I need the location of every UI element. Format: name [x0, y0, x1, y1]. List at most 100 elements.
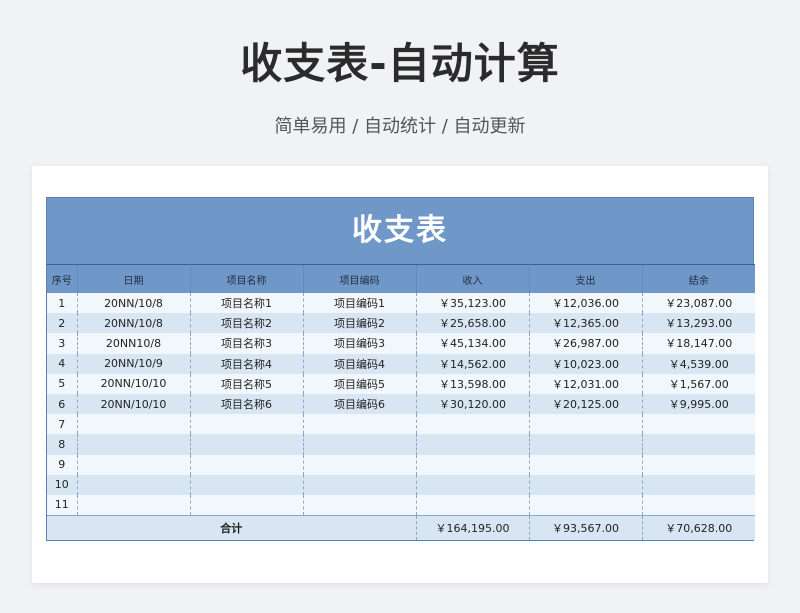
cell-expense[interactable]: ￥10,023.00 — [528, 353, 642, 374]
cell-expense[interactable]: ￥12,031.00 — [528, 373, 642, 394]
table-row: 7 — [47, 414, 755, 435]
table-row: 3 20NN10/8 项目名称3 项目编码3 ￥45,134.00 ￥26,987.00 ￥… — [47, 333, 755, 354]
table-row: 11 — [47, 494, 755, 516]
cell-index[interactable]: 11 — [47, 494, 77, 516]
cell-item-name[interactable]: 项目名称5 — [189, 373, 303, 394]
column-header[interactable]: 结余 — [641, 264, 755, 293]
cell-index[interactable]: 6 — [47, 393, 77, 415]
cell-index[interactable]: 3 — [47, 333, 77, 354]
cell-balance[interactable] — [641, 454, 755, 475]
column-header[interactable]: 序号 — [47, 264, 77, 293]
cell-balance[interactable]: ￥4,539.00 — [641, 353, 755, 374]
cell-balance[interactable]: ￥9,995.00 — [641, 393, 755, 415]
table-row: 2 20NN/10/8 项目名称2 项目编码2 ￥25,658.00 ￥12,365.00… — [47, 313, 755, 334]
cell-index[interactable]: 7 — [47, 414, 77, 435]
cell-item-name[interactable]: 项目名称2 — [189, 313, 303, 334]
ledger-table: 序号 日期 项目名称 项目编码 收入 支出 结余 1 20NN/10/8 项目名称1… — [47, 264, 755, 541]
cell-index[interactable]: 10 — [47, 474, 77, 495]
cell-date[interactable] — [76, 494, 190, 516]
cell-date[interactable] — [76, 434, 190, 455]
cell-expense[interactable]: ￥12,365.00 — [528, 313, 642, 334]
cell-item-code[interactable]: 项目编码4 — [302, 353, 416, 374]
cell-item-code[interactable] — [302, 494, 416, 516]
cell-date[interactable]: 20NN/10/8 — [76, 313, 190, 334]
cell-income[interactable]: ￥13,598.00 — [415, 373, 529, 394]
column-header[interactable]: 日期 — [76, 264, 190, 293]
cell-balance[interactable]: ￥1,567.00 — [641, 373, 755, 394]
cell-date[interactable] — [76, 474, 190, 495]
cell-item-code[interactable] — [302, 414, 416, 435]
cell-item-code[interactable]: 项目编码2 — [302, 313, 416, 334]
total-income[interactable]: ￥164,195.00 — [415, 515, 529, 541]
cell-balance[interactable]: ￥23,087.00 — [641, 293, 755, 314]
cell-index[interactable]: 4 — [47, 353, 77, 374]
cell-income[interactable] — [415, 414, 529, 435]
cell-expense[interactable]: ￥20,125.00 — [528, 393, 642, 415]
cell-item-code[interactable]: 项目编码1 — [302, 293, 416, 314]
cell-item-code[interactable]: 项目编码6 — [302, 393, 416, 415]
total-label[interactable]: 合计 — [47, 515, 416, 541]
cell-date[interactable] — [76, 454, 190, 475]
cell-item-name[interactable] — [189, 474, 303, 495]
cell-expense[interactable] — [528, 414, 642, 435]
cell-expense[interactable]: ￥26,987.00 — [528, 333, 642, 354]
cell-expense[interactable] — [528, 494, 642, 516]
cell-income[interactable]: ￥25,658.00 — [415, 313, 529, 334]
cell-balance[interactable] — [641, 434, 755, 455]
cell-income[interactable]: ￥14,562.00 — [415, 353, 529, 374]
cell-index[interactable]: 2 — [47, 313, 77, 334]
cell-item-code[interactable]: 项目编码5 — [302, 373, 416, 394]
cell-expense[interactable]: ￥12,036.00 — [528, 293, 642, 314]
cell-item-code[interactable]: 项目编码3 — [302, 333, 416, 354]
cell-income[interactable]: ￥30,120.00 — [415, 393, 529, 415]
table-row: 9 — [47, 454, 755, 475]
cell-expense[interactable] — [528, 474, 642, 495]
table-row: 1 20NN/10/8 项目名称1 项目编码1 ￥35,123.00 ￥12,036.00… — [47, 293, 755, 314]
page-subtitle: 简单易用 / 自动统计 / 自动更新 — [274, 116, 526, 137]
cell-income[interactable] — [415, 434, 529, 455]
total-balance[interactable]: ￥70,628.00 — [641, 515, 755, 541]
column-header[interactable]: 项目名称 — [189, 264, 303, 293]
cell-balance[interactable] — [641, 474, 755, 495]
cell-index[interactable]: 9 — [47, 454, 77, 475]
table-row: 10 — [47, 474, 755, 495]
cell-item-code[interactable] — [302, 434, 416, 455]
cell-item-name[interactable] — [189, 494, 303, 516]
cell-income[interactable] — [415, 454, 529, 475]
cell-index[interactable]: 1 — [47, 293, 77, 314]
cell-income[interactable]: ￥45,134.00 — [415, 333, 529, 354]
page-title: 收支表-自动计算 — [240, 39, 560, 88]
cell-date[interactable]: 20NN10/8 — [76, 333, 190, 354]
cell-expense[interactable] — [528, 434, 642, 455]
cell-date[interactable]: 20NN/10/10 — [76, 393, 190, 415]
cell-item-name[interactable] — [189, 454, 303, 475]
column-header[interactable]: 支出 — [528, 264, 642, 293]
cell-item-code[interactable] — [302, 474, 416, 495]
cell-date[interactable]: 20NN/10/10 — [76, 373, 190, 394]
sheet-card: 收支表 序号 日期 项目名称 项目编码 收入 支出 结余 1 20NN/10/8… — [32, 166, 768, 583]
cell-income[interactable]: ￥35,123.00 — [415, 293, 529, 314]
cell-item-code[interactable] — [302, 454, 416, 475]
cell-income[interactable] — [415, 474, 529, 495]
cell-date[interactable] — [76, 414, 190, 435]
cell-balance[interactable]: ￥13,293.00 — [641, 313, 755, 334]
cell-index[interactable]: 5 — [47, 373, 77, 394]
cell-item-name[interactable]: 项目名称4 — [189, 353, 303, 374]
column-header[interactable]: 收入 — [415, 264, 529, 293]
total-expense[interactable]: ￥93,567.00 — [528, 515, 642, 541]
cell-index[interactable]: 8 — [47, 434, 77, 455]
cell-balance[interactable] — [641, 414, 755, 435]
cell-date[interactable]: 20NN/10/9 — [76, 353, 190, 374]
cell-item-name[interactable] — [189, 414, 303, 435]
cell-income[interactable] — [415, 494, 529, 516]
spreadsheet: 收支表 序号 日期 项目名称 项目编码 收入 支出 结余 1 20NN/10/8… — [46, 197, 755, 542]
cell-date[interactable]: 20NN/10/8 — [76, 293, 190, 314]
cell-expense[interactable] — [528, 454, 642, 475]
cell-item-name[interactable]: 项目名称6 — [189, 393, 303, 415]
column-header[interactable]: 项目编码 — [302, 264, 416, 293]
cell-item-name[interactable]: 项目名称1 — [189, 293, 303, 314]
cell-item-name[interactable]: 项目名称3 — [189, 333, 303, 354]
cell-item-name[interactable] — [189, 434, 303, 455]
cell-balance[interactable]: ￥18,147.00 — [641, 333, 755, 354]
cell-balance[interactable] — [641, 494, 755, 516]
